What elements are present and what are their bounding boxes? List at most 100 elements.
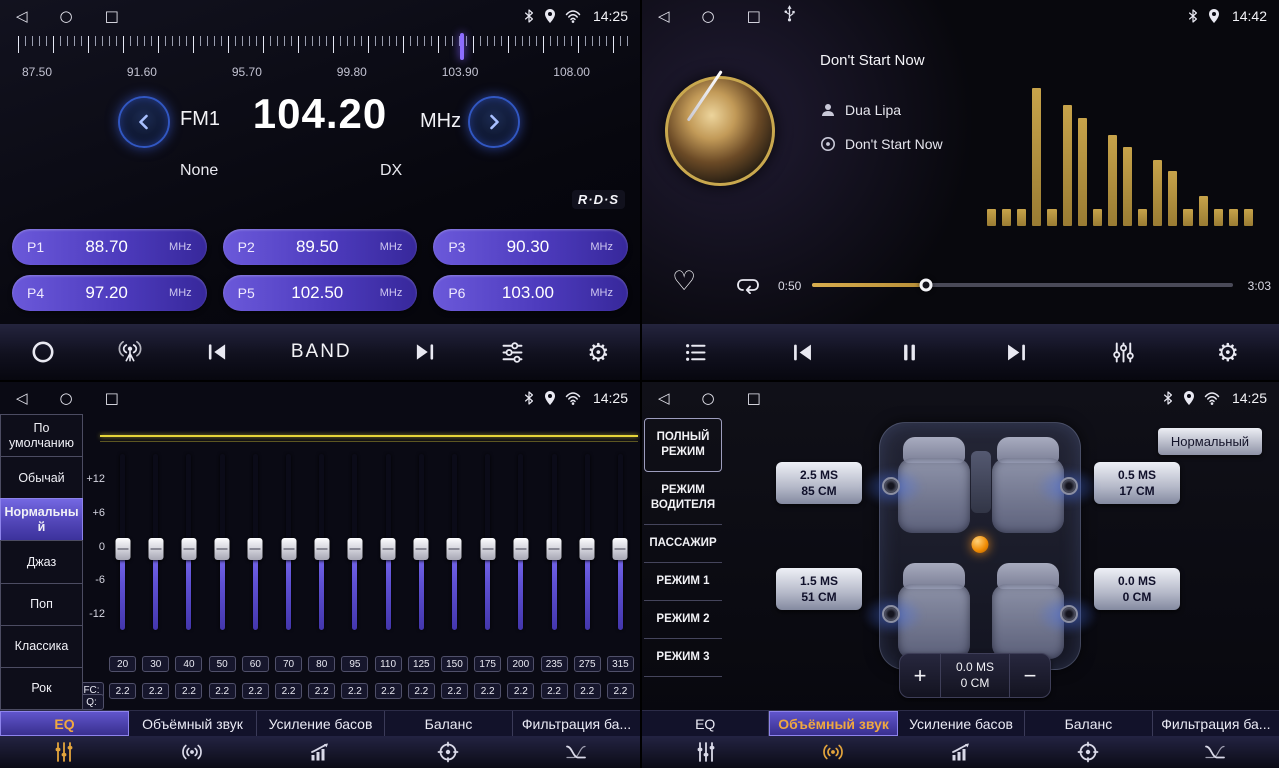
eq-slider-handle[interactable] [447,538,462,560]
eq-slider-track[interactable] [452,454,457,630]
eq-slider-track[interactable] [286,454,291,630]
eq-slider-track[interactable] [585,454,590,630]
surround-mode-item[interactable]: РЕЖИМ ВОДИТЕЛЯ [644,472,722,525]
eq-slider-track[interactable] [120,454,125,630]
eq-preset-item[interactable]: По умолчанию [0,414,83,457]
back-icon[interactable]: ◁ [16,391,28,406]
delay-rear-left[interactable]: 1.5 MS 51 CM [776,568,862,610]
preset-button-p3[interactable]: P390.30MHz [433,229,628,265]
playlist-icon[interactable] [682,339,709,366]
preset-button-p2[interactable]: P289.50MHz [223,229,418,265]
previous-track-icon[interactable] [789,339,816,366]
audio-settings-icon[interactable] [499,339,526,366]
surround-mode-item[interactable]: ПАССАЖИР [644,525,722,563]
eq-slider-track[interactable] [352,454,357,630]
eq-slider-track[interactable] [153,454,158,630]
eq-slider-handle[interactable] [613,538,628,560]
recents-icon[interactable]: □ [747,9,761,24]
filter-icon[interactable] [1152,736,1279,768]
back-icon[interactable]: ◁ [658,9,670,24]
preset-button-p6[interactable]: P6103.00MHz [433,275,628,311]
eq-slider-handle[interactable] [580,538,595,560]
eq-slider-track[interactable] [253,454,258,630]
previous-track-icon[interactable] [204,339,230,365]
eq-slider-track[interactable] [186,454,191,630]
band-button[interactable]: BAND [291,341,352,363]
tab-bass-boost[interactable]: Усиление басов [898,711,1025,736]
eq-slider-handle[interactable] [115,538,130,560]
delay-rear-right[interactable]: 0.0 MS 0 CM [1094,568,1180,610]
home-icon[interactable]: ○ [702,9,715,24]
eq-slider-handle[interactable] [248,538,263,560]
eq-preset-item[interactable]: Поп [0,583,83,626]
surround-icon[interactable] [128,736,256,768]
recents-icon[interactable]: □ [105,391,119,406]
eq-slider-handle[interactable] [148,538,163,560]
eq-preset-item[interactable]: Рок [0,667,83,710]
increase-delay-button[interactable]: + [900,654,940,697]
home-icon[interactable]: ○ [702,391,715,406]
recents-icon[interactable]: □ [105,9,119,24]
broadcast-antenna-icon[interactable] [117,339,143,365]
tune-up-button[interactable] [468,96,520,148]
progress-handle[interactable] [919,279,932,292]
back-icon[interactable]: ◁ [658,391,670,406]
eq-slider-handle[interactable] [281,538,296,560]
eq-slider-track[interactable] [485,454,490,630]
eq-icon[interactable] [642,736,769,768]
eq-preset-item[interactable]: Джаз [0,540,83,583]
eq-slider-handle[interactable] [314,538,329,560]
eq-slider-handle[interactable] [347,538,362,560]
eq-slider-track[interactable] [518,454,523,630]
scan-icon[interactable] [30,339,56,365]
equalizer-mixer-icon[interactable] [1110,339,1137,366]
frequency-ruler[interactable] [18,36,628,62]
eq-slider-track[interactable] [220,454,225,630]
tab-eq[interactable]: EQ [0,711,129,736]
balance-icon[interactable] [384,736,512,768]
eq-slider-track[interactable] [386,454,391,630]
surround-mode-item[interactable]: ПОЛНЫЙ РЕЖИМ [644,418,722,472]
listening-position-ball[interactable] [972,536,989,553]
eq-preset-item[interactable]: Обычай [0,456,83,499]
back-icon[interactable]: ◁ [16,9,28,24]
eq-slider-handle[interactable] [414,538,429,560]
tab-bass-boost[interactable]: Усиление басов [257,711,385,736]
settings-gear-icon[interactable]: ⚙ [1217,340,1239,365]
next-track-icon[interactable] [412,339,438,365]
filter-icon[interactable] [512,736,640,768]
bass-boost-icon[interactable] [897,736,1024,768]
surround-mode-item[interactable]: РЕЖИМ 2 [644,601,722,639]
eq-slider-track[interactable] [552,454,557,630]
settings-gear-icon[interactable]: ⚙ [587,340,609,365]
delay-front-right[interactable]: 0.5 MS 17 CM [1094,462,1180,504]
pause-icon[interactable] [896,339,923,366]
next-track-icon[interactable] [1003,339,1030,366]
decrease-delay-button[interactable]: − [1010,654,1050,697]
favorite-heart-icon[interactable]: ♡ [672,268,696,295]
tab-filter[interactable]: Фильтрация ба... [1153,711,1279,736]
surround-mode-item[interactable]: РЕЖИМ 3 [644,639,722,677]
eq-slider-track[interactable] [419,454,424,630]
tab-eq[interactable]: EQ [642,711,769,736]
eq-slider-handle[interactable] [480,538,495,560]
eq-preset-item[interactable]: Классика [0,625,83,668]
surround-icon[interactable] [769,736,896,768]
preset-button-p1[interactable]: P188.70MHz [12,229,207,265]
surround-mode-item[interactable]: РЕЖИМ 1 [644,563,722,601]
tab-surround[interactable]: Объёмный звук [769,711,897,736]
eq-slider-handle[interactable] [547,538,562,560]
tab-surround[interactable]: Объёмный звук [129,711,257,736]
eq-slider-handle[interactable] [181,538,196,560]
eq-icon[interactable] [0,736,128,768]
eq-preset-item[interactable]: Нормальный [0,498,83,541]
eq-slider-track[interactable] [319,454,324,630]
home-icon[interactable]: ○ [60,391,73,406]
eq-slider-handle[interactable] [381,538,396,560]
eq-slider-handle[interactable] [513,538,528,560]
balance-icon[interactable] [1024,736,1151,768]
home-icon[interactable]: ○ [60,9,73,24]
tab-balance[interactable]: Баланс [385,711,513,736]
repeat-icon[interactable] [734,274,762,299]
preset-button-p4[interactable]: P497.20MHz [12,275,207,311]
